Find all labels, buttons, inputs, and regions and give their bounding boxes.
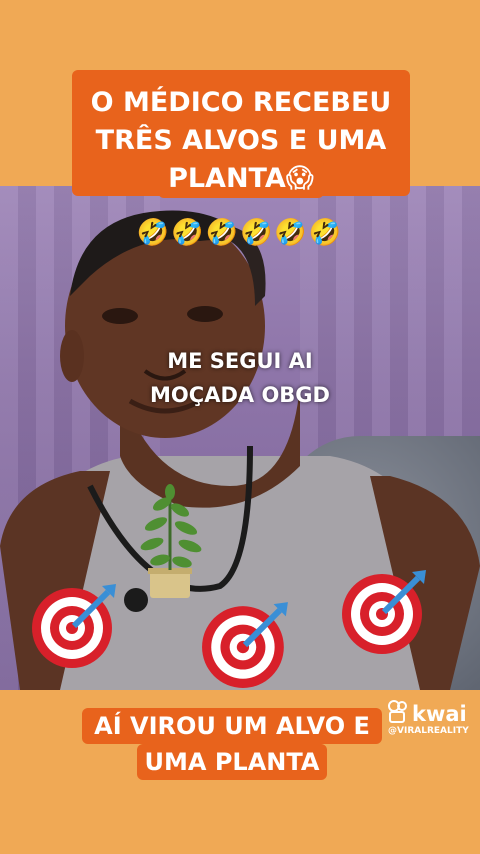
target-dart-icon <box>32 584 116 668</box>
kwai-handle: @VIRALREALITY <box>388 726 469 736</box>
bottom-caption-line1: AÍ VIROU UM ALVO E <box>82 708 382 744</box>
target-dart-icon <box>202 602 288 688</box>
target-dart-icon <box>342 570 426 654</box>
overlay-text-line2: MOÇADA OBGD <box>150 383 330 407</box>
top-caption: O MÉDICO RECEBEU TRÊS ALVOS E UMA PLANTA… <box>72 70 410 198</box>
reel-frame: O MÉDICO RECEBEU TRÊS ALVOS E UMA PLANTA… <box>0 0 480 854</box>
overlay-text-line1: ME SEGUI AI <box>167 349 313 373</box>
top-caption-line1: O MÉDICO RECEBEU <box>90 87 392 118</box>
top-caption-line2: TRÊS ALVOS E UMA <box>95 125 387 156</box>
overlay-text: ME SEGUI AI MOÇADA OBGD <box>0 344 480 412</box>
top-caption-line3: PLANTA😱 <box>158 160 324 198</box>
bottom-caption-line2: UMA PLANTA <box>136 744 328 780</box>
bottom-caption: AÍ VIROU UM ALVO E UMA PLANTA <box>82 704 382 786</box>
laughing-emoji-row: 🤣🤣🤣🤣🤣🤣 <box>136 218 344 248</box>
potted-plant-icon <box>140 484 202 598</box>
kwai-brand: kwai <box>412 702 467 726</box>
kwai-logo-icon <box>388 700 407 723</box>
